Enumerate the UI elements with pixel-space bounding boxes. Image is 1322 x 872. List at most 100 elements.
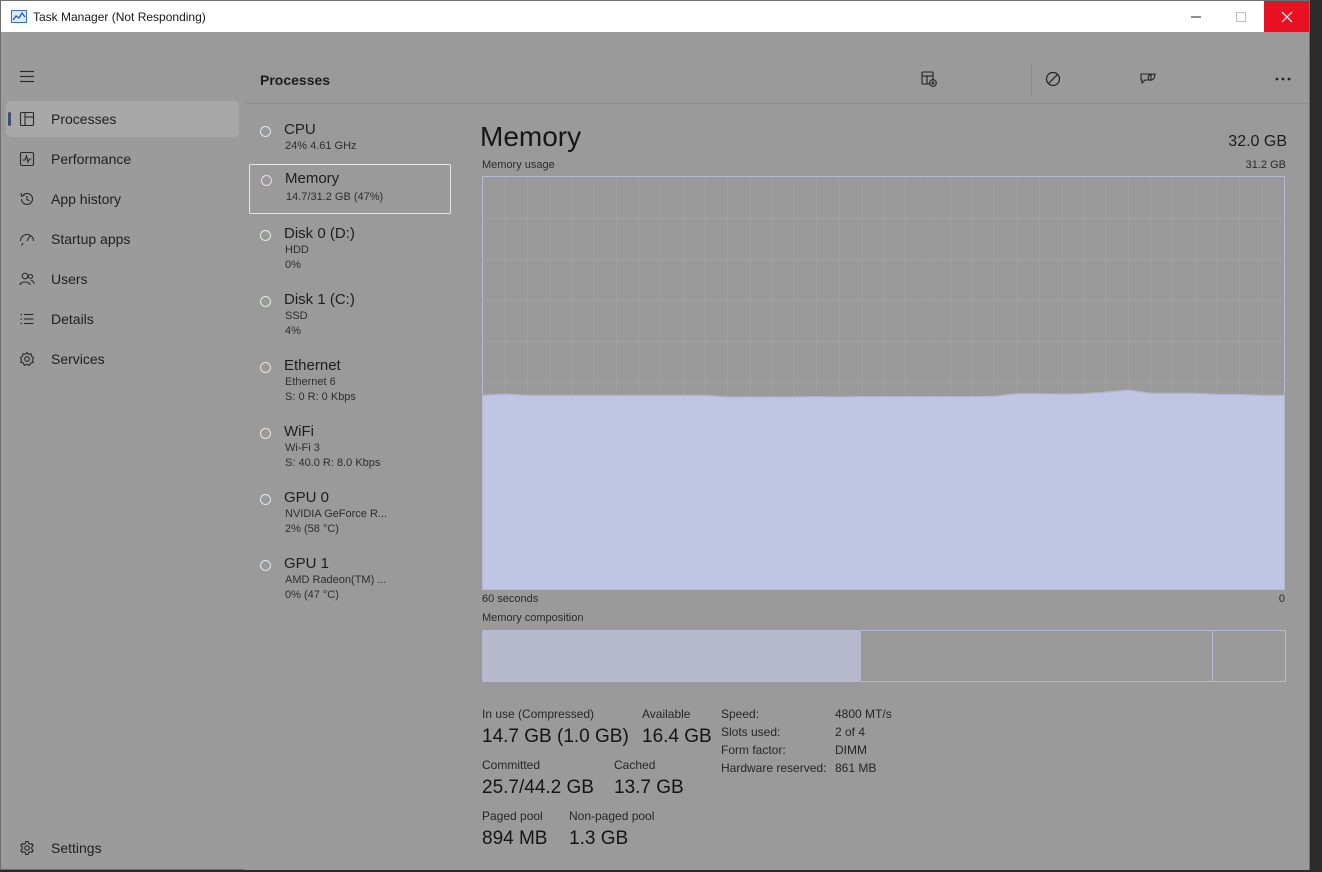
resource-item-cpu[interactable]: CPU 24% 4.61 GHz xyxy=(249,116,451,166)
settings-gear-icon xyxy=(19,840,35,856)
resource-detail: HDD xyxy=(285,244,309,256)
resource-detail: 14.7/31.2 GB (47%) xyxy=(286,191,384,203)
resource-name: Memory xyxy=(285,170,340,187)
stat-value-in-use: 14.7 GB (1.0 GB) xyxy=(482,726,629,747)
sidebar-item-users[interactable]: Users xyxy=(6,261,239,297)
window-title: Task Manager (Not Responding) xyxy=(33,10,206,24)
spec-value-hardware-reserved: 861 MB xyxy=(835,761,877,775)
resource-detail: AMD Radeon(TM) ... xyxy=(285,574,387,586)
command-separator xyxy=(1031,65,1032,95)
sidebar-item-label: App history xyxy=(51,191,122,207)
sidebar-item-label: Details xyxy=(51,311,94,327)
sidebar-item-app-history[interactable]: App history xyxy=(6,181,239,217)
resource-detail: 24% 4.61 GHz xyxy=(285,140,357,152)
minimize-icon xyxy=(1190,16,1201,17)
resource-item-disk-0[interactable]: Disk 0 (D:) HDD 0% xyxy=(249,220,451,280)
graph-max-label: 31.2 GB xyxy=(1245,159,1286,171)
resource-detail: 0% (47 °C) xyxy=(285,589,339,601)
resource-detail: NVIDIA GeForce R... xyxy=(285,508,388,520)
time-axis-end: 0 xyxy=(1278,593,1285,605)
resource-name: GPU 1 xyxy=(284,555,330,572)
ethernet-graph-dot xyxy=(260,362,271,373)
resource-detail: Wi-Fi 3 xyxy=(285,442,320,454)
details-icon xyxy=(19,311,35,327)
hamburger-menu-icon[interactable] xyxy=(17,66,37,86)
resource-detail: 0% xyxy=(285,259,301,271)
resource-item-wifi[interactable]: WiFi Wi-Fi 3 S: 40.0 R: 8.0 Kbps xyxy=(249,418,451,478)
active-indicator xyxy=(8,112,11,126)
efficiency-mode-icon[interactable] xyxy=(1139,70,1157,88)
sidebar-item-label: Services xyxy=(51,351,105,367)
stat-label-available: Available xyxy=(642,707,691,721)
graph-label: Memory usage xyxy=(482,159,555,171)
close-icon xyxy=(1281,11,1292,22)
spec-value-slots: 2 of 4 xyxy=(835,725,866,739)
minimize-button[interactable] xyxy=(1173,1,1218,32)
spec-label-hardware-reserved: Hardware reserved: xyxy=(721,761,827,775)
spec-value-speed: 4800 MT/s xyxy=(835,707,892,721)
resource-item-gpu-0[interactable]: GPU 0 NVIDIA GeForce R... 2% (58 °C) xyxy=(249,484,451,544)
memory-usage-chart xyxy=(482,177,1284,589)
spec-label-form-factor: Form factor: xyxy=(721,743,786,757)
sidebar-item-label: Processes xyxy=(51,111,117,127)
wifi-graph-dot xyxy=(260,428,271,439)
stat-label-committed: Committed xyxy=(482,758,541,772)
close-button[interactable] xyxy=(1264,1,1309,32)
stat-value-non-paged-pool: 1.3 GB xyxy=(569,828,629,849)
services-icon xyxy=(19,351,35,367)
composition-free xyxy=(1213,631,1285,681)
maximize-button[interactable] xyxy=(1218,1,1263,32)
composition-in-use xyxy=(483,631,861,681)
resource-name: WiFi xyxy=(284,423,314,440)
spec-label-speed: Speed: xyxy=(721,707,760,721)
stat-value-paged-pool: 894 MB xyxy=(482,828,548,849)
main-panel: Processes CPU 24% 4.61 GHz Memory 14.7/3… xyxy=(244,55,1309,870)
resource-detail: S: 40.0 R: 8.0 Kbps xyxy=(285,457,381,469)
maximize-icon xyxy=(1235,11,1246,22)
resource-item-disk-1[interactable]: Disk 1 (C:) SSD 4% xyxy=(249,286,451,346)
startup-apps-icon xyxy=(19,231,35,247)
run-new-task-icon[interactable] xyxy=(920,70,938,88)
disk1-graph-dot xyxy=(260,296,271,307)
gpu0-graph-dot xyxy=(260,494,271,505)
resource-detail: SSD xyxy=(285,310,308,322)
memory-total: 32.0 GB xyxy=(1228,133,1287,150)
sidebar: Processes Performance App history Startu… xyxy=(1,46,243,870)
disk0-graph-dot xyxy=(260,230,271,241)
task-manager-window: Task Manager (Not Responding) Processes xyxy=(0,0,1310,870)
sidebar-item-details[interactable]: Details xyxy=(6,301,239,337)
resource-name: Disk 1 (C:) xyxy=(284,291,355,308)
sidebar-item-label: Users xyxy=(51,271,88,287)
detail-title: Memory xyxy=(480,121,582,152)
resource-item-ethernet[interactable]: Ethernet Ethernet 6 S: 0 R: 0 Kbps xyxy=(249,352,451,412)
stat-label-paged-pool: Paged pool xyxy=(482,809,543,823)
resource-item-gpu-1[interactable]: GPU 1 AMD Radeon(TM) ... 0% (47 °C) xyxy=(249,550,451,610)
command-bar: Processes xyxy=(244,55,1309,104)
resource-item-memory[interactable]: Memory 14.7/31.2 GB (47%) xyxy=(249,164,451,214)
time-axis-start: 60 seconds xyxy=(482,593,539,605)
resource-name: GPU 0 xyxy=(284,489,330,506)
stat-label-cached: Cached xyxy=(614,758,656,772)
cpu-graph-dot xyxy=(260,126,271,137)
title-bar[interactable]: Task Manager (Not Responding) xyxy=(1,1,1309,32)
sidebar-item-startup-apps[interactable]: Startup apps xyxy=(6,221,239,257)
spec-value-form-factor: DIMM xyxy=(835,743,867,757)
end-task-icon[interactable] xyxy=(1044,70,1062,88)
resource-name: Ethernet xyxy=(284,357,341,374)
resource-detail: S: 0 R: 0 Kbps xyxy=(285,391,356,403)
resource-name: Disk 0 (D:) xyxy=(284,225,355,242)
sidebar-item-settings[interactable]: Settings xyxy=(6,830,239,866)
stat-value-cached: 13.7 GB xyxy=(614,777,684,798)
memory-usage-graph xyxy=(482,176,1285,590)
sidebar-item-label: Settings xyxy=(51,840,102,856)
sidebar-item-services[interactable]: Services xyxy=(6,341,239,377)
sidebar-item-label: Startup apps xyxy=(51,231,131,247)
sidebar-item-performance[interactable]: Performance xyxy=(6,141,239,177)
task-manager-app-icon xyxy=(11,10,27,23)
sidebar-item-processes[interactable]: Processes xyxy=(6,101,239,137)
memory-graph-dot xyxy=(261,175,272,186)
performance-icon xyxy=(19,151,35,167)
app-history-icon xyxy=(19,191,35,207)
more-options-icon[interactable] xyxy=(1274,70,1292,88)
spec-label-slots: Slots used: xyxy=(721,725,781,739)
